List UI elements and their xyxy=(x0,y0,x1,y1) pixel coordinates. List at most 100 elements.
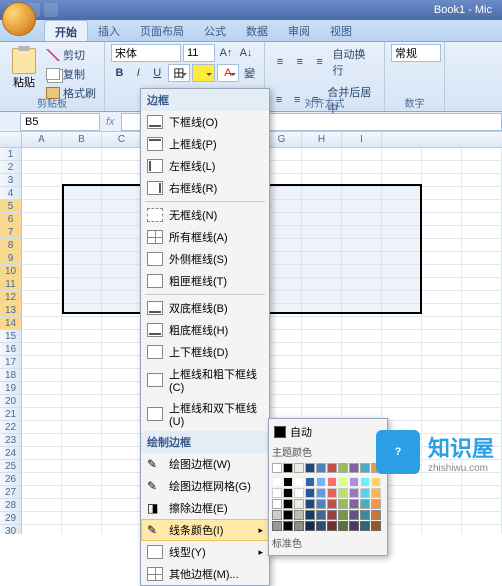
cell[interactable] xyxy=(22,330,62,343)
cell[interactable] xyxy=(342,382,382,395)
align-bottom-icon[interactable]: ≡ xyxy=(311,53,329,71)
cell[interactable] xyxy=(462,512,502,525)
row-header[interactable]: 10 xyxy=(0,265,22,278)
menu-item[interactable]: 其他边框(M)... xyxy=(141,563,269,585)
cell[interactable] xyxy=(462,499,502,512)
cell[interactable] xyxy=(102,343,142,356)
cell[interactable] xyxy=(382,330,422,343)
menu-item[interactable]: 线条颜色(I) xyxy=(141,519,269,541)
cell[interactable] xyxy=(62,369,102,382)
col-header-I[interactable]: I xyxy=(342,132,382,147)
color-swatch[interactable] xyxy=(349,499,359,509)
color-swatch[interactable] xyxy=(349,463,359,473)
cell[interactable] xyxy=(102,356,142,369)
cell[interactable] xyxy=(302,356,342,369)
cell[interactable] xyxy=(22,304,62,317)
tab-视图[interactable]: 视图 xyxy=(320,20,362,41)
cell[interactable] xyxy=(22,460,62,473)
cell[interactable] xyxy=(302,330,342,343)
cell[interactable] xyxy=(422,369,462,382)
row-header[interactable]: 9 xyxy=(0,252,22,265)
row-header[interactable]: 20 xyxy=(0,395,22,408)
color-swatch[interactable] xyxy=(294,488,304,498)
menu-item[interactable]: 绘图边框(W) xyxy=(141,453,269,475)
row-header[interactable]: 30 xyxy=(0,525,22,534)
color-swatch[interactable] xyxy=(294,477,304,487)
cell[interactable] xyxy=(382,525,422,534)
cell[interactable] xyxy=(462,525,502,534)
cell[interactable] xyxy=(102,473,142,486)
cell[interactable] xyxy=(422,356,462,369)
cell[interactable] xyxy=(462,148,502,161)
color-swatch[interactable] xyxy=(327,463,337,473)
cell[interactable] xyxy=(22,369,62,382)
row-header[interactable]: 7 xyxy=(0,226,22,239)
tab-数据[interactable]: 数据 xyxy=(236,20,278,41)
cell[interactable] xyxy=(102,330,142,343)
cell[interactable] xyxy=(422,213,462,226)
select-all-corner[interactable] xyxy=(0,132,22,147)
cell[interactable] xyxy=(462,161,502,174)
cell[interactable] xyxy=(462,408,502,421)
cell[interactable] xyxy=(22,408,62,421)
cell[interactable] xyxy=(22,148,62,161)
menu-item[interactable]: 粗匣框线(T) xyxy=(141,270,269,292)
cell[interactable] xyxy=(302,317,342,330)
color-swatch[interactable] xyxy=(371,499,381,509)
cell[interactable] xyxy=(102,499,142,512)
cell[interactable] xyxy=(62,408,102,421)
color-swatch[interactable] xyxy=(327,510,337,520)
color-swatch[interactable] xyxy=(294,510,304,520)
cell[interactable] xyxy=(422,161,462,174)
cell[interactable] xyxy=(102,148,142,161)
row-header[interactable]: 18 xyxy=(0,369,22,382)
cell[interactable] xyxy=(302,395,342,408)
cell[interactable] xyxy=(62,473,102,486)
cell[interactable] xyxy=(22,213,62,226)
menu-item[interactable]: 上框线(P) xyxy=(141,133,269,155)
cell[interactable] xyxy=(62,421,102,434)
cell[interactable] xyxy=(422,395,462,408)
menu-item[interactable]: 上框线和粗下框线(C) xyxy=(141,363,269,397)
bold-button[interactable]: B xyxy=(111,64,128,82)
row-header[interactable]: 23 xyxy=(0,434,22,447)
cell[interactable] xyxy=(382,317,422,330)
col-header-B[interactable]: B xyxy=(62,132,102,147)
color-swatch[interactable] xyxy=(360,488,370,498)
cell[interactable] xyxy=(62,330,102,343)
menu-item[interactable]: 所有框线(A) xyxy=(141,226,269,248)
cell[interactable] xyxy=(422,187,462,200)
cell[interactable] xyxy=(462,343,502,356)
row-header[interactable]: 2 xyxy=(0,161,22,174)
auto-color-item[interactable]: 自动 xyxy=(272,422,384,442)
cell[interactable] xyxy=(462,291,502,304)
cell[interactable] xyxy=(102,382,142,395)
cell[interactable] xyxy=(462,382,502,395)
color-swatch[interactable] xyxy=(349,521,359,531)
color-swatch[interactable] xyxy=(283,499,293,509)
cell[interactable] xyxy=(22,343,62,356)
cell[interactable] xyxy=(422,512,462,525)
cell[interactable] xyxy=(22,239,62,252)
color-swatch[interactable] xyxy=(305,510,315,520)
cell[interactable] xyxy=(382,512,422,525)
cell[interactable] xyxy=(22,161,62,174)
cell[interactable] xyxy=(462,252,502,265)
cut-button[interactable]: 剪切 xyxy=(44,46,98,64)
cell[interactable] xyxy=(422,330,462,343)
color-swatch[interactable] xyxy=(305,521,315,531)
row-header[interactable]: 16 xyxy=(0,343,22,356)
row-header[interactable]: 22 xyxy=(0,421,22,434)
color-swatch[interactable] xyxy=(338,510,348,520)
cell[interactable] xyxy=(62,343,102,356)
cell[interactable] xyxy=(102,525,142,534)
cell[interactable] xyxy=(462,395,502,408)
shrink-font-icon[interactable]: A↓ xyxy=(237,44,255,62)
cell[interactable] xyxy=(22,421,62,434)
border-dropdown[interactable]: 田 xyxy=(168,64,190,82)
row-header[interactable]: 15 xyxy=(0,330,22,343)
color-swatch[interactable] xyxy=(305,477,315,487)
cell[interactable] xyxy=(462,356,502,369)
cell[interactable] xyxy=(102,317,142,330)
cell[interactable] xyxy=(22,265,62,278)
